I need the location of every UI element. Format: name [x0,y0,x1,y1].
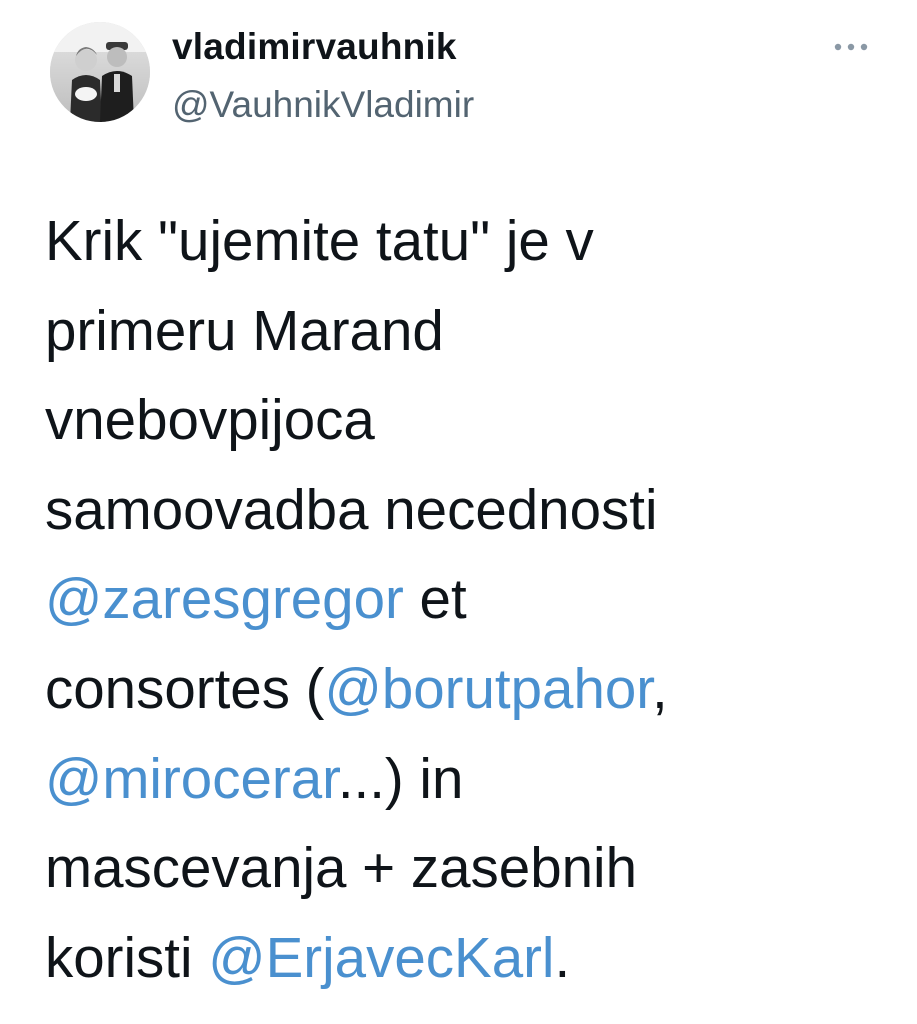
tweet-text-line: mascevanja + zasebnih [45,823,885,913]
tweet-text-segment: koristi [45,925,209,989]
tweet-text-segment: Krik "ujemite tatu" je v [45,209,594,272]
tweet-text-segment: mascevanja + zasebnih [45,836,638,900]
author-display-name[interactable]: vladimirvauhnik [172,22,457,72]
tweet-text-segment: consortes ( [45,656,325,720]
mention-link[interactable]: @zaresgregor [45,567,404,630]
tweet-text-line: koristi @ErjavecKarl. [45,913,885,1003]
tweet-text-line: primeru Marand [45,286,885,376]
tweet-text-segment: samoovadba necednosti [45,477,658,541]
tweet-text-segment: . [554,925,571,989]
tweet-text-segment: primeru Marand [45,298,444,362]
tweet-text: Krik "ujemite tatu" je v primeru Marand vn… [45,196,885,1002]
tweet: vladimirvauhnik @VauhnikVladimir Krik "u… [0,0,917,1024]
tweet-text-line: vnebovpijoca [45,375,885,465]
tweet-text-segment: et [403,567,467,631]
tweet-text-line: @zaresgregor et [45,554,885,644]
mention-link[interactable]: @borutpahor [324,657,652,720]
tweet-text-line: @mirocerar...) in [45,734,885,824]
tweet-text-segment: vnebovpijoca [45,388,375,452]
more-horizontal-icon [834,43,868,51]
avatar-photo [50,22,150,122]
author-handle[interactable]: @VauhnikVladimir [172,80,474,130]
tweet-text-line: samoovadba necednosti [45,465,885,555]
more-options-button[interactable] [826,30,876,64]
tweet-text-line: Krik "ujemite tatu" je v [45,196,885,286]
mention-link[interactable]: @ErjavecKarl [208,926,554,989]
tweet-text-segment: ...) in [337,746,464,810]
tweet-text-line: consortes (@borutpahor, [45,644,885,734]
mention-link[interactable]: @mirocerar [45,747,338,810]
avatar[interactable] [50,22,150,122]
tweet-text-segment: , [652,656,668,720]
